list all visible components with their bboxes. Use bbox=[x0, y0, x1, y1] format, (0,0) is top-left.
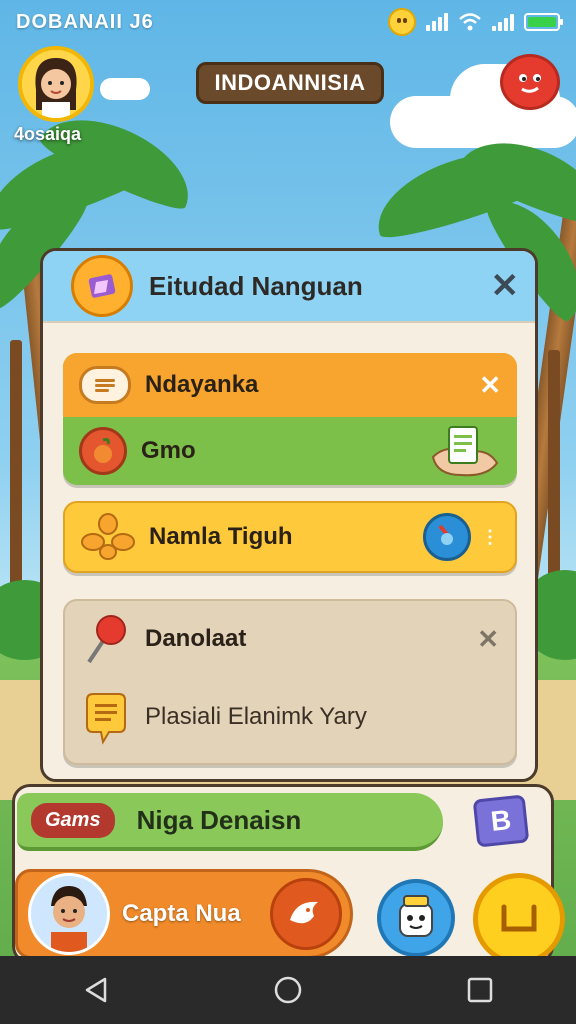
more-dots-icon[interactable]: ⋮ bbox=[481, 527, 499, 548]
status-icons bbox=[388, 8, 563, 36]
home-circle-icon bbox=[274, 976, 302, 1004]
card-close-button[interactable]: ✕ bbox=[477, 624, 499, 655]
map-badge-icon bbox=[71, 255, 133, 317]
card-ndayanka[interactable]: Ndayanka ✕ Gmo bbox=[63, 353, 517, 485]
back-button[interactable] bbox=[66, 960, 126, 1020]
card-label: Ndayanka bbox=[145, 371, 259, 398]
bracket-icon bbox=[501, 904, 537, 932]
character-button[interactable] bbox=[377, 879, 455, 957]
battery-fill bbox=[528, 17, 556, 27]
fence-post bbox=[10, 340, 22, 600]
card-sub-row[interactable]: Plasiali Elanimk Yary bbox=[65, 677, 515, 757]
pin-icon bbox=[87, 615, 126, 664]
chat-button[interactable] bbox=[500, 54, 560, 110]
card-header-row: Danolaat ✕ bbox=[65, 601, 515, 677]
signal-icon bbox=[426, 13, 448, 31]
smiley-icon bbox=[388, 8, 416, 36]
games-title: Niga Denaisn bbox=[136, 804, 302, 835]
card-danolaat[interactable]: Danolaat ✕ Plasiali Elanimk Yary bbox=[63, 599, 517, 765]
card-sub-label: Plasiali Elanimk Yary bbox=[145, 703, 367, 730]
bottom-panel: Gams Niga Denaisn B Capta Nua bbox=[12, 784, 565, 965]
fruit-icon bbox=[79, 427, 127, 475]
b-badge-icon[interactable]: B bbox=[472, 794, 530, 848]
scroll-document-icon bbox=[431, 426, 499, 477]
home-button[interactable] bbox=[258, 960, 318, 1020]
chat-face-icon bbox=[519, 74, 541, 93]
cloud bbox=[100, 78, 150, 100]
card-namla-tiguh[interactable]: Namla Tiguh ⋮ bbox=[63, 501, 517, 573]
ghost-character-icon bbox=[399, 895, 433, 937]
card-row: Namla Tiguh ⋮ bbox=[65, 503, 515, 571]
card-sub-label: Gmo bbox=[141, 437, 196, 464]
status-title: DOBANAII J6 bbox=[16, 10, 154, 33]
back-triangle-icon bbox=[85, 977, 107, 1003]
girl-avatar-icon bbox=[22, 50, 90, 118]
status-bar: DOBANAII J6 bbox=[0, 0, 576, 44]
message-icon bbox=[79, 366, 131, 404]
panel-header: Eitudad Nanguan ✕ bbox=[43, 251, 535, 323]
play-button[interactable] bbox=[270, 878, 342, 950]
app-title-badge: INDOANNISIA bbox=[196, 62, 384, 104]
recents-square-icon bbox=[467, 977, 493, 1003]
games-pill[interactable]: Gams bbox=[31, 802, 115, 838]
chat-note-icon bbox=[86, 693, 126, 745]
card-label: Danolaat bbox=[145, 625, 247, 652]
profile-name: 4osaiqa bbox=[14, 124, 82, 144]
recents-button[interactable] bbox=[450, 960, 510, 1020]
app-title: INDOANNISIA bbox=[214, 70, 366, 95]
compass-icon bbox=[423, 513, 471, 561]
fence-post bbox=[548, 350, 560, 600]
card-label: Namla Tiguh bbox=[149, 523, 293, 550]
signal-icon-secondary bbox=[492, 13, 514, 31]
boy-avatar-icon bbox=[31, 876, 107, 952]
battery-icon bbox=[524, 13, 563, 31]
quest-panel: Eitudad Nanguan ✕ Ndayanka ✕ Gmo Namla T… bbox=[40, 248, 538, 782]
player-avatar bbox=[28, 873, 110, 955]
player-info: Capta Nua bbox=[110, 900, 241, 928]
panel-title: Eitudad Nanguan bbox=[149, 270, 363, 301]
player-name: Capta Nua bbox=[122, 900, 241, 927]
card-sub-row[interactable]: Gmo bbox=[63, 417, 517, 485]
panel-close-button[interactable]: ✕ bbox=[491, 266, 520, 306]
system-nav-bar bbox=[0, 956, 576, 1024]
card-close-button[interactable]: ✕ bbox=[479, 370, 501, 401]
card-header-row: Ndayanka ✕ bbox=[63, 353, 517, 417]
bird-icon bbox=[290, 901, 318, 924]
flower-icon bbox=[81, 513, 135, 560]
action-button[interactable] bbox=[473, 873, 565, 965]
wifi-icon bbox=[459, 13, 481, 31]
player-bar[interactable]: Capta Nua bbox=[15, 869, 353, 959]
games-bar[interactable]: Gams Niga Denaisn bbox=[17, 793, 443, 851]
profile-avatar[interactable] bbox=[18, 46, 94, 122]
